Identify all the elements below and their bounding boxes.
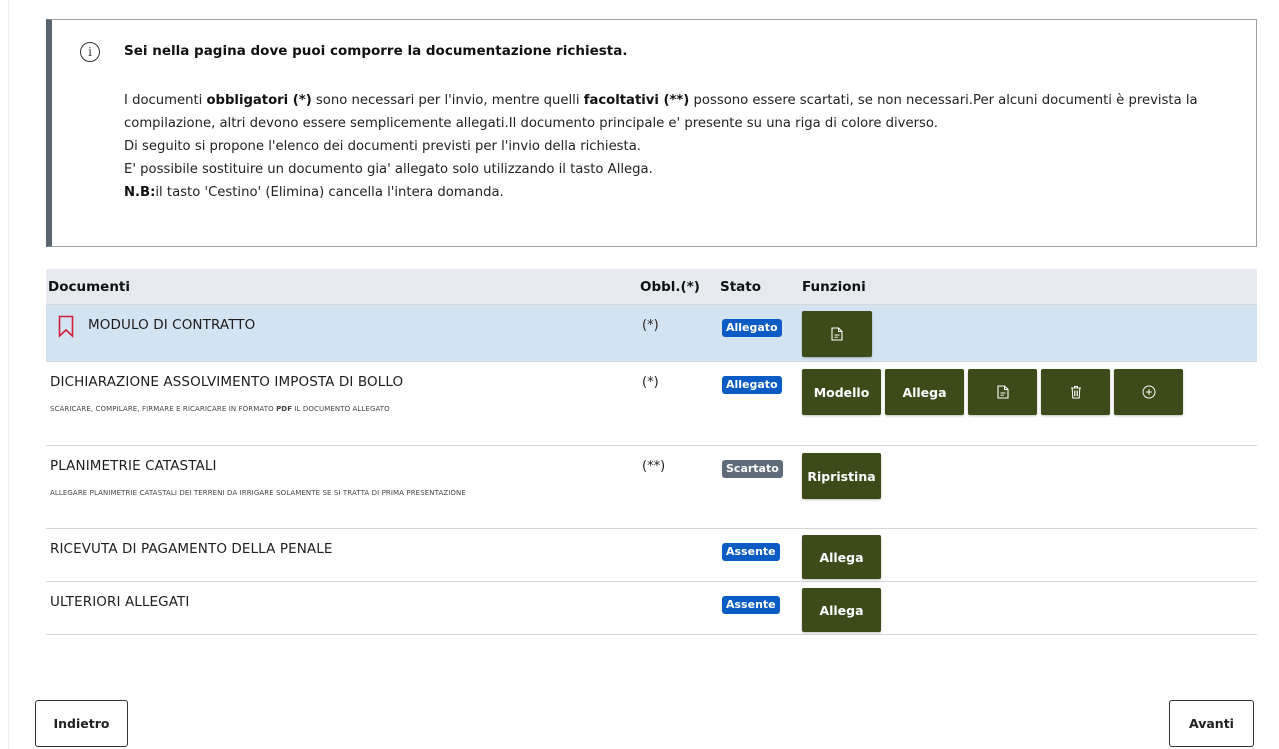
info-bold-obbligatori: obbligatori (*) [206,93,312,108]
info-text: I documenti [124,93,207,108]
allega-button[interactable]: Allega [802,588,881,632]
document-icon [831,327,843,341]
info-bold-facoltativi: facoltativi (**) [583,93,690,108]
info-nb-text: il tasto 'Cestino' (Elimina) cancella l'… [155,185,504,200]
ripristina-button[interactable]: Ripristina [802,453,881,499]
status-badge: Allegato [722,319,782,337]
table-row: ULTERIORI ALLEGATI Assente Allega [46,582,1257,635]
table-row: RICEVUTA DI PAGAMENTO DELLA PENALE Assen… [46,529,1257,582]
info-panel: i Sei nella pagina dove puoi comporre la… [46,19,1257,247]
doc-title: PLANIMETRIE CATASTALI [50,458,217,474]
info-icon: i [80,42,100,62]
header-stato: Stato [720,279,762,295]
add-button[interactable] [1114,369,1183,415]
next-button[interactable]: Avanti [1169,700,1254,747]
doc-note-text: SCARICARE, COMPILARE, FIRMARE E RICARICA… [50,405,277,413]
header-documenti: Documenti [48,279,131,295]
documents-table: Documenti Obbl.(*) Stato Funzioni MODULO… [46,269,1257,635]
header-obbl: Obbl.(*) [640,279,700,295]
document-icon [996,385,1009,399]
left-border [8,0,9,749]
doc-title: MODULO DI CONTRATTO [88,317,256,333]
trash-icon [1070,386,1081,399]
doc-title: RICEVUTA DI PAGAMENTO DELLA PENALE [50,541,333,557]
plus-circle-icon [1142,385,1155,399]
obbl-marker: (*) [642,318,659,333]
view-document-button[interactable] [802,311,872,357]
info-text: sono necessari per l'invio, mentre quell… [311,93,584,108]
info-body: I documenti obbligatori (*) sono necessa… [124,89,1239,204]
doc-note: ALLEGARE PLANIMETRIE CATASTALI DEI TERRE… [50,489,466,497]
table-row: PLANIMETRIE CATASTALI ALLEGARE PLANIMETR… [46,446,1257,529]
modello-button[interactable]: Modello [802,369,881,415]
doc-note-text: IL DOCUMENTO ALLEGATO [292,405,390,413]
doc-title: DICHIARAZIONE ASSOLVIMENTO IMPOSTA DI BO… [50,374,404,390]
back-button[interactable]: Indietro [35,700,128,747]
header-funzioni: Funzioni [802,279,866,295]
info-paragraph-1: I documenti obbligatori (*) sono necessa… [124,89,1239,135]
allega-button[interactable]: Allega [802,535,881,579]
delete-button[interactable] [1041,369,1110,415]
table-row-main-document: MODULO DI CONTRATTO (*) Allegato [46,305,1257,362]
doc-note: SCARICARE, COMPILARE, FIRMARE E RICARICA… [50,405,390,413]
status-badge: Scartato [722,460,783,478]
status-badge: Allegato [722,376,782,394]
doc-title: ULTERIORI ALLEGATI [50,594,190,610]
info-nb-label: N.B: [124,185,156,200]
obbl-marker: (**) [642,459,666,474]
allega-button[interactable]: Allega [885,369,964,415]
status-badge: Assente [722,596,780,614]
info-paragraph-2: Di seguito si propone l'elenco dei docum… [124,139,641,154]
obbl-marker: (*) [642,375,659,390]
bookmark-icon [58,315,74,338]
info-title: Sei nella pagina dove puoi comporre la d… [124,43,628,59]
info-paragraph-3: E' possibile sostituire un documento gia… [124,162,653,177]
view-document-button[interactable] [968,369,1037,415]
table-row: DICHIARAZIONE ASSOLVIMENTO IMPOSTA DI BO… [46,362,1257,446]
status-badge: Assente [722,543,780,561]
info-paragraph-4: N.B:il tasto 'Cestino' (Elimina) cancell… [124,181,1239,204]
doc-note-bold: PDF [276,405,293,413]
table-header: Documenti Obbl.(*) Stato Funzioni [46,269,1257,305]
